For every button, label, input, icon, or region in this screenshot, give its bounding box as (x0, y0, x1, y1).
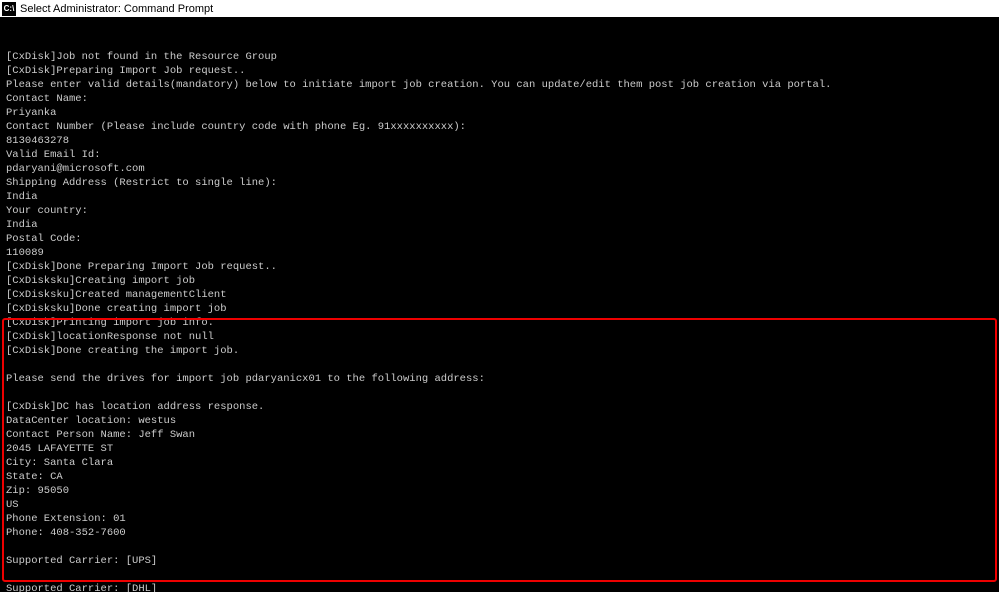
terminal-line: [CxDisk]DC has location address response… (6, 400, 993, 414)
terminal-line: [CxDisk]Done creating the import job. (6, 344, 993, 358)
terminal-line: [CxDisksku]Done creating import job (6, 302, 993, 316)
terminal-line (6, 358, 993, 372)
terminal-line: Contact Name: (6, 92, 993, 106)
terminal-line: India (6, 190, 993, 204)
terminal-line (6, 540, 993, 554)
terminal-line: India (6, 218, 993, 232)
terminal-line: Contact Person Name: Jeff Swan (6, 428, 993, 442)
terminal-line: [CxDisk]locationResponse not null (6, 330, 993, 344)
terminal-line: Valid Email Id: (6, 148, 993, 162)
terminal-line: City: Santa Clara (6, 456, 993, 470)
terminal-line: Supported Carrier: [DHL] (6, 582, 993, 592)
terminal-line: 8130463278 (6, 134, 993, 148)
terminal-line: Priyanka (6, 106, 993, 120)
terminal-line: State: CA (6, 470, 993, 484)
terminal-line (6, 386, 993, 400)
terminal-line: Zip: 95050 (6, 484, 993, 498)
cmd-icon: C:\ (2, 2, 16, 16)
terminal-line: [CxDisksku]Created managementClient (6, 288, 993, 302)
terminal-lines: [CxDisk]Job not found in the Resource Gr… (6, 50, 993, 592)
terminal-line: Postal Code: (6, 232, 993, 246)
terminal-line: Phone Extension: 01 (6, 512, 993, 526)
terminal-line (6, 568, 993, 582)
terminal-line: Your country: (6, 204, 993, 218)
terminal-line: 110089 (6, 246, 993, 260)
window-title: Select Administrator: Command Prompt (20, 3, 213, 15)
terminal-line: DataCenter location: westus (6, 414, 993, 428)
terminal-line: pdaryani@microsoft.com (6, 162, 993, 176)
terminal-line: Contact Number (Please include country c… (6, 120, 993, 134)
terminal-line: Shipping Address (Restrict to single lin… (6, 176, 993, 190)
terminal-line: [CxDisk]Job not found in the Resource Gr… (6, 50, 993, 64)
terminal-line: [CxDisk]Preparing Import Job request.. (6, 64, 993, 78)
terminal-line: US (6, 498, 993, 512)
terminal-line: Please enter valid details(mandatory) be… (6, 78, 993, 92)
terminal-line: [CxDisk]Printing import job info. (6, 316, 993, 330)
terminal-line: [CxDisk]Done Preparing Import Job reques… (6, 260, 993, 274)
terminal-line: Phone: 408-352-7600 (6, 526, 993, 540)
terminal-output[interactable]: [CxDisk]Job not found in the Resource Gr… (0, 18, 999, 592)
window-titlebar[interactable]: C:\ Select Administrator: Command Prompt (0, 0, 999, 18)
terminal-line: Supported Carrier: [UPS] (6, 554, 993, 568)
terminal-line: Please send the drives for import job pd… (6, 372, 993, 386)
terminal-line: [CxDisksku]Creating import job (6, 274, 993, 288)
terminal-line: 2045 LAFAYETTE ST (6, 442, 993, 456)
